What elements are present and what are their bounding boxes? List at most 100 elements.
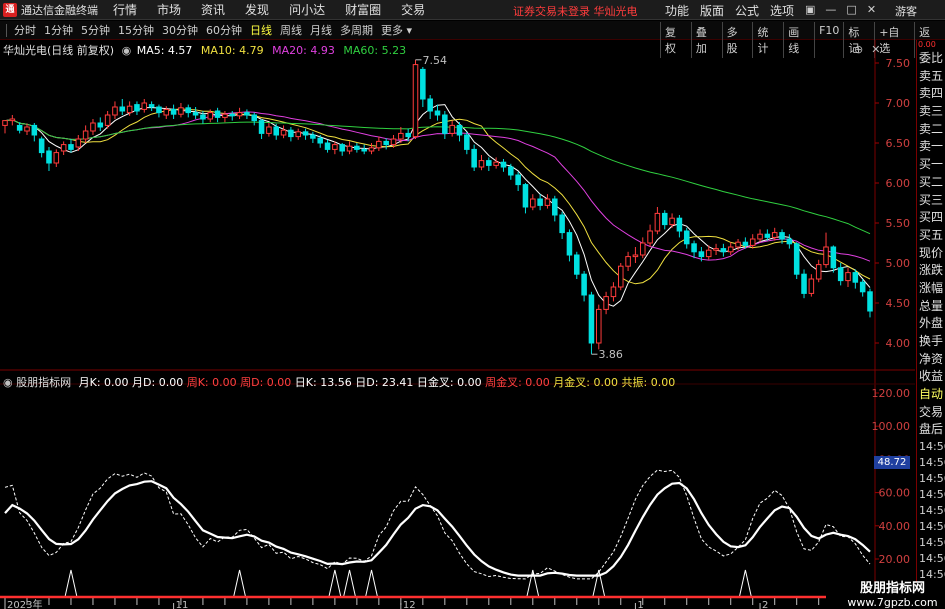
period-multi[interactable]: 多周期 — [340, 22, 373, 38]
sidebar-item-ask4[interactable]: 卖四 — [917, 85, 945, 103]
sidebar-item-bid2[interactable]: 买二 — [917, 174, 945, 192]
sidebar-item-bid3[interactable]: 买三 — [917, 192, 945, 210]
period-more[interactable]: 更多 ▾ — [381, 22, 412, 38]
period-daily[interactable]: 日线 — [250, 22, 272, 38]
sidebar-item-commission-ratio[interactable]: 委比 — [917, 50, 945, 68]
minimize-icon[interactable]: — — [825, 3, 836, 16]
menu-discover[interactable]: 发现 — [245, 1, 269, 18]
period-15min[interactable]: 15分钟 — [118, 22, 154, 38]
candle-up — [823, 246, 829, 266]
candle-down — [427, 98, 433, 112]
period-weekly[interactable]: 周线 — [280, 22, 302, 38]
menu-trade[interactable]: 交易 — [401, 1, 425, 18]
zoom-icon[interactable]: ⊕ — [854, 43, 863, 56]
guest-login[interactable]: 游客 — [895, 3, 917, 19]
sidebar-item-price[interactable]: 现价 — [917, 245, 945, 263]
candle-down — [229, 113, 236, 117]
sidebar-item-turnover[interactable]: 换手 — [917, 333, 945, 351]
candle-down — [500, 161, 507, 168]
candle-down — [698, 251, 705, 258]
restore-icon[interactable]: ▣ — [805, 3, 815, 16]
sidebar-item-trades[interactable]: 交易 — [917, 404, 945, 422]
panel-close-icon[interactable]: ✕ — [871, 43, 880, 56]
resonance-label: 共振: 0.00 — [621, 376, 676, 389]
sidebar-item-ask3[interactable]: 卖三 — [917, 103, 945, 121]
menu-quotes[interactable]: 行情 — [113, 1, 137, 18]
candle-up — [112, 106, 118, 116]
sidebar-item-ask1[interactable]: 卖一 — [917, 138, 945, 156]
sidebar-item-net-assets[interactable]: 净资 — [917, 351, 945, 369]
menu-layout[interactable]: 版面 — [700, 2, 724, 19]
period-monthly[interactable]: 月线 — [310, 22, 332, 38]
candle-up — [280, 129, 287, 136]
sidebar-item-bid1[interactable]: 买一 — [917, 156, 945, 174]
menu-formula[interactable]: 公式 — [735, 2, 759, 19]
chart-area[interactable]: 7.50 7.00 6.50 6.00 5.50 5.00 4.50 4.00 120.00 10… — [0, 40, 915, 609]
candle-down — [786, 238, 793, 245]
candle-up — [9, 118, 16, 122]
candle-up — [845, 272, 851, 282]
sidebar-item-after-hours[interactable]: 盘后 — [917, 421, 945, 439]
sidebar-item-change-pct[interactable]: 涨幅 — [917, 280, 945, 298]
low-annotation: 3.86 — [598, 348, 623, 361]
ma10-line — [4, 108, 871, 285]
sidebar-item-change[interactable]: 涨跌 — [917, 262, 945, 280]
menu-wealth-circle[interactable]: 财富圈 — [345, 1, 381, 18]
period-60min[interactable]: 60分钟 — [206, 22, 242, 38]
candle-up — [398, 132, 404, 140]
sidebar-item-ask2[interactable]: 卖二 — [917, 121, 945, 139]
menu-news[interactable]: 资讯 — [201, 1, 225, 18]
menu-market[interactable]: 市场 — [157, 1, 181, 18]
panel-buttons: ⊕ ✕ — [854, 43, 880, 56]
candle-down — [302, 131, 309, 136]
indicator-name[interactable]: 股朋指标网 — [16, 376, 71, 389]
price-tick-label: 4.50 — [886, 297, 911, 310]
day-k-label: 日K: 13.56 — [294, 376, 352, 389]
indicator-settings-icon[interactable]: ◉ — [3, 376, 13, 389]
trade-time: 14:56 — [919, 552, 945, 566]
candle-down — [456, 124, 463, 136]
menu-ask-assistant[interactable]: 问小达 — [289, 1, 325, 18]
chart-canvas[interactable]: 7.507.006.506.005.505.004.504.00120.0010… — [0, 40, 915, 609]
sidebar-item-outer-volume[interactable]: 外盘 — [917, 315, 945, 333]
login-notice[interactable]: 证券交易未登录 华灿光电 — [513, 3, 638, 19]
trade-time: 14:56 — [919, 536, 945, 550]
sidebar-item-ask5[interactable]: 卖五 — [917, 68, 945, 86]
period-intraday[interactable]: 分时 — [14, 22, 36, 38]
period-5min[interactable]: 5分钟 — [81, 22, 110, 38]
candle-up — [705, 249, 712, 258]
candle-up — [544, 198, 551, 206]
menu-options[interactable]: 选项 — [770, 2, 794, 19]
price-tick-label: 6.50 — [886, 137, 911, 150]
candle-up — [735, 241, 741, 248]
candle-up — [178, 107, 184, 115]
candle-up — [493, 161, 499, 166]
sidebar-mode-auto[interactable]: 自动 — [917, 386, 945, 404]
price-tick-label: 7.50 — [886, 57, 911, 70]
candle-up — [478, 160, 485, 168]
trade-time: 14:56 — [919, 472, 945, 486]
sidebar-item-bid4[interactable]: 买四 — [917, 209, 945, 227]
stock-name[interactable]: 华灿光电(日线 前复权) — [3, 44, 114, 57]
menu-functions[interactable]: 功能 — [665, 2, 689, 19]
settings-circle-icon[interactable]: ◉ — [122, 44, 132, 57]
indicator-tick-label: 100.00 — [872, 420, 911, 433]
ma60-label: MA60: 5.23 — [343, 44, 407, 57]
sidebar-item-earnings[interactable]: 收益 — [917, 368, 945, 386]
period-30min[interactable]: 30分钟 — [162, 22, 198, 38]
signal-marker — [233, 569, 247, 598]
close-icon[interactable]: ✕ — [867, 3, 876, 16]
candle-up — [669, 217, 675, 226]
maximize-icon[interactable]: □ — [846, 3, 856, 16]
candle-up — [749, 238, 756, 246]
sidebar-item-bid5[interactable]: 买五 — [917, 227, 945, 245]
period-1min[interactable]: 1分钟 — [44, 22, 73, 38]
candle-down — [581, 273, 587, 296]
candle-down — [559, 214, 565, 234]
candle-up — [2, 120, 8, 126]
candle-up — [368, 147, 375, 152]
candle-down — [552, 198, 558, 216]
sidebar-item-volume[interactable]: 总量 — [917, 298, 945, 316]
candle-up — [332, 144, 338, 150]
candle-down — [244, 112, 250, 116]
